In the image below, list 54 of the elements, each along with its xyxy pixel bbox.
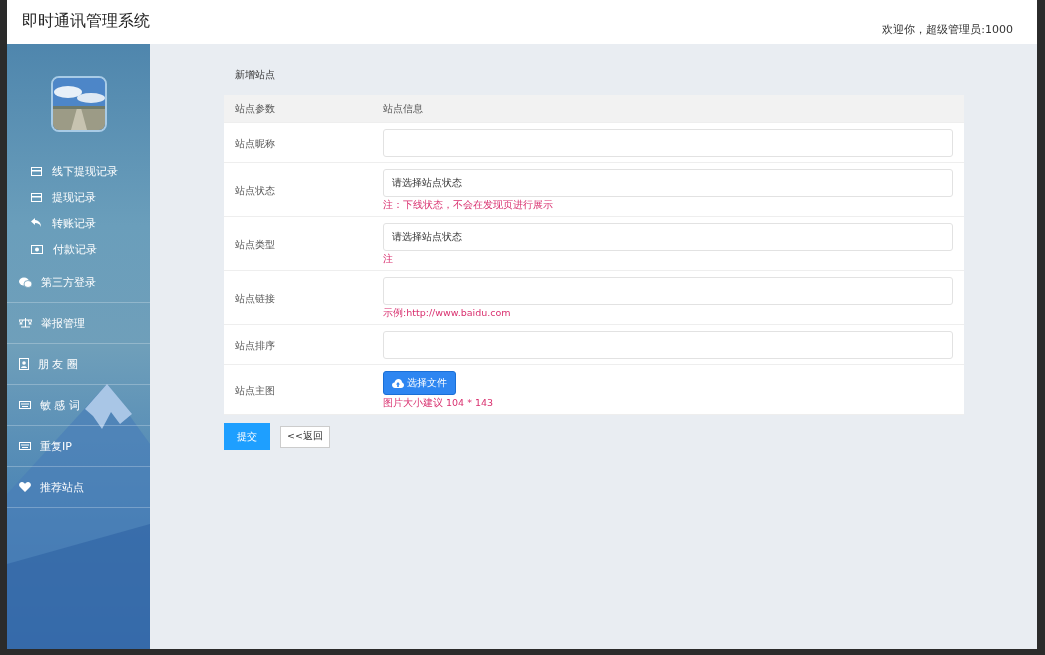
submit-button[interactable]: 提交 bbox=[224, 423, 270, 450]
field-label: 站点状态 bbox=[234, 183, 276, 198]
field-note: 图片大小建议 104 * 143 bbox=[383, 397, 494, 410]
menu-label: 线下提现记录 bbox=[52, 163, 118, 179]
heart-icon bbox=[19, 482, 31, 492]
field-note: 注 bbox=[383, 253, 393, 266]
menu-label: 提现记录 bbox=[52, 189, 96, 205]
submenu-item[interactable]: 线下提现记录 bbox=[7, 158, 150, 184]
menu-label: 付款记录 bbox=[53, 241, 97, 257]
menu-item[interactable]: 朋 友 圈 bbox=[7, 344, 150, 385]
chat-bubbles-icon bbox=[19, 276, 32, 288]
menu-label: 转账记录 bbox=[52, 215, 96, 231]
card-icon bbox=[31, 166, 42, 176]
menu-item[interactable]: 推荐站点 bbox=[7, 467, 150, 508]
menu-item[interactable]: 举报管理 bbox=[7, 303, 150, 344]
menu-label: 推荐站点 bbox=[40, 479, 84, 495]
menu-label: 重复IP bbox=[40, 438, 72, 454]
menu-label: 敏 感 词 bbox=[40, 397, 80, 413]
welcome-text: 欢迎你，超级管理员:1000 bbox=[882, 21, 1013, 37]
column-header: 站点信息 bbox=[383, 101, 423, 116]
reply-arrow-icon bbox=[31, 218, 42, 228]
menu-label: 朋 友 圈 bbox=[38, 356, 78, 372]
page-title: 新增站点 bbox=[234, 68, 276, 82]
text-field[interactable] bbox=[383, 277, 953, 305]
field-note: 注：下线状态，不会在发现页进行展示 bbox=[383, 199, 553, 212]
submenu-item[interactable]: 付款记录 bbox=[7, 236, 150, 262]
scale-icon bbox=[19, 318, 32, 328]
contact-card-icon bbox=[19, 358, 29, 370]
submenu-item[interactable]: 转账记录 bbox=[7, 210, 150, 236]
select-field[interactable]: 请选择站点状态 bbox=[383, 169, 953, 197]
keyboard-icon bbox=[19, 401, 31, 409]
text-field[interactable] bbox=[383, 129, 953, 157]
field-note: 示例:http://www.baidu.com bbox=[383, 307, 511, 320]
select-field[interactable]: 请选择站点状态 bbox=[383, 223, 953, 251]
menu-item[interactable]: 敏 感 词 bbox=[7, 385, 150, 426]
menu-label: 举报管理 bbox=[41, 315, 85, 331]
field-label: 站点排序 bbox=[234, 338, 276, 353]
field-label: 站点昵称 bbox=[234, 136, 276, 151]
app-title: 即时通讯管理系统 bbox=[22, 10, 150, 32]
menu-label: 第三方登录 bbox=[41, 274, 96, 290]
menu-item[interactable]: 第三方登录 bbox=[7, 262, 150, 303]
keyboard-icon bbox=[19, 442, 31, 450]
submenu-item[interactable]: 提现记录 bbox=[7, 184, 150, 210]
back-button[interactable]: <<返回 bbox=[280, 425, 330, 448]
card-icon bbox=[31, 192, 42, 202]
field-label: 站点主图 bbox=[234, 383, 276, 398]
field-label: 站点类型 bbox=[234, 237, 276, 252]
banknote-icon bbox=[31, 244, 43, 254]
text-field[interactable] bbox=[383, 331, 953, 359]
column-header: 站点参数 bbox=[234, 101, 276, 116]
cloud-upload-icon bbox=[392, 378, 404, 388]
menu-item[interactable]: 重复IP bbox=[7, 426, 150, 467]
field-label: 站点链接 bbox=[234, 291, 276, 306]
choose-file-button[interactable]: 选择文件 bbox=[383, 371, 456, 395]
